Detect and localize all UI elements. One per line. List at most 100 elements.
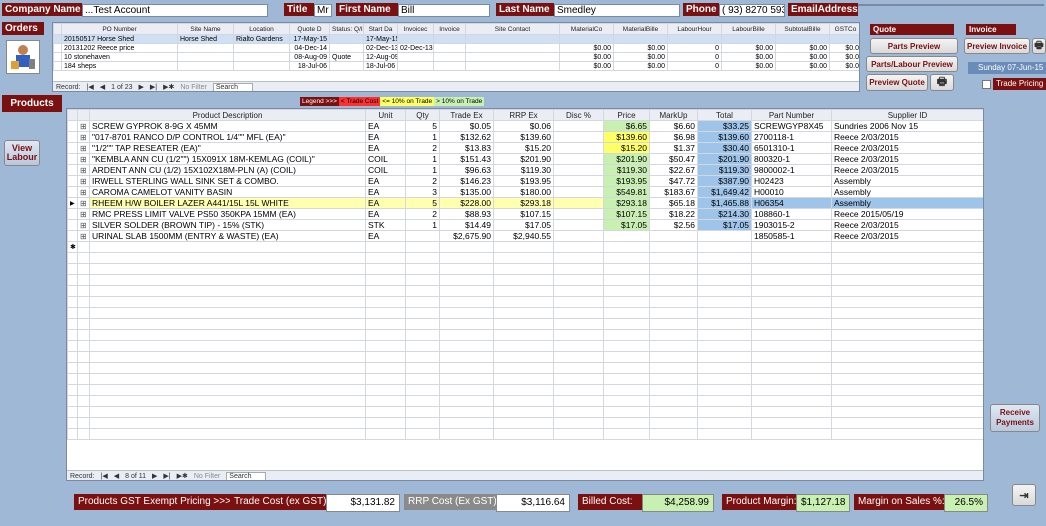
product-rrp-cell[interactable]: $119.30: [493, 164, 554, 176]
product-trade-cell[interactable]: $13.83: [439, 142, 494, 154]
product-part-cell[interactable]: SCREWGYP8X45: [751, 120, 832, 132]
product-markup-cell[interactable]: $2.56: [649, 219, 698, 231]
product-part-cell[interactable]: H06354: [751, 197, 832, 209]
product-desc-cell[interactable]: SCREW GYPROK 8-9G X 45MM: [89, 120, 366, 132]
row-selector[interactable]: [53, 43, 62, 53]
product-qty-cell[interactable]: 1: [405, 164, 440, 176]
product-desc-cell[interactable]: URINAL SLAB 1500MM (ENTRY & WASTE) (EA): [89, 230, 366, 242]
orders-col-header[interactable]: SubtotalBille: [775, 23, 830, 35]
row-selector[interactable]: [67, 120, 78, 132]
product-part-cell[interactable]: 9800002-1: [751, 164, 832, 176]
product-unit-cell[interactable]: EA: [365, 131, 406, 143]
product-trade-cell[interactable]: $0.05: [439, 120, 494, 132]
product-row[interactable]: ⊞ "1/2"" TAP RESEATER (EA)" EA 2 $13.83 $15.2…: [67, 142, 983, 154]
product-qty-cell[interactable]: [405, 230, 440, 242]
title-field[interactable]: Mr: [314, 4, 332, 17]
product-unit-cell[interactable]: EA: [365, 142, 406, 154]
product-part-cell[interactable]: 800320-1: [751, 153, 832, 165]
orders-col-header[interactable]: Status: Q/I: [329, 23, 364, 35]
product-part-cell[interactable]: H02423: [751, 175, 832, 187]
product-desc-cell[interactable]: RMC PRESS LIMIT VALVE PS50 350KPA 15MM (…: [89, 208, 366, 220]
product-markup-cell[interactable]: $47.72: [649, 175, 698, 187]
first-name-field[interactable]: Bill: [398, 4, 490, 17]
product-rrp-cell[interactable]: $0.06: [493, 120, 554, 132]
product-part-cell[interactable]: 108860-1: [751, 208, 832, 220]
trade-pricing-checkbox[interactable]: [982, 80, 991, 89]
product-supplier-cell[interactable]: Reece 2/03/2015: [831, 131, 983, 143]
expand-icon[interactable]: ⊞: [77, 142, 90, 154]
product-disc-cell[interactable]: [553, 219, 604, 231]
parts-preview-button[interactable]: Parts Preview: [870, 38, 958, 54]
product-trade-cell[interactable]: $2,675.90: [439, 230, 494, 242]
parts-labour-preview-button[interactable]: Parts/Labour Preview: [866, 56, 958, 72]
product-row[interactable]: ⊞ CAROMA CAMELOT VANITY BASIN EA 3 $135.00 $1…: [67, 186, 983, 198]
product-desc-cell[interactable]: "1/2"" TAP RESEATER (EA)": [89, 142, 366, 154]
products-filter-button[interactable]: No Filter: [194, 473, 220, 480]
products-col-header[interactable]: Price: [603, 109, 650, 121]
product-qty-cell[interactable]: 2: [405, 208, 440, 220]
product-price-cell[interactable]: $17.05: [603, 219, 650, 231]
orders-record-position[interactable]: 1 of 23: [111, 84, 132, 91]
orders-col-header[interactable]: LabourHour: [667, 23, 722, 35]
product-disc-cell[interactable]: [553, 153, 604, 165]
prev-record-icon[interactable]: ◀: [100, 83, 105, 91]
product-part-cell[interactable]: 6501310-1: [751, 142, 832, 154]
product-desc-cell[interactable]: CAROMA CAMELOT VANITY BASIN: [89, 186, 366, 198]
product-unit-cell[interactable]: EA: [365, 208, 406, 220]
products-search-input[interactable]: Search: [226, 471, 267, 480]
product-desc-cell[interactable]: ARDENT ANN CU (1/2) 15X102X18M-PLN (A) (…: [89, 164, 366, 176]
product-unit-cell[interactable]: EA: [365, 120, 406, 132]
product-disc-cell[interactable]: [553, 142, 604, 154]
product-total-cell[interactable]: $119.30: [697, 164, 752, 176]
product-rrp-cell[interactable]: $107.15: [493, 208, 554, 220]
products-col-header[interactable]: Qty: [405, 109, 440, 121]
product-supplier-cell[interactable]: Reece 2015/05/19: [831, 208, 983, 220]
products-col-header[interactable]: Trade Ex: [439, 109, 494, 121]
product-trade-cell[interactable]: $88.93: [439, 208, 494, 220]
orders-col-header[interactable]: Invoice: [433, 23, 466, 35]
orders-row[interactable]: 10 stonehaven 08-Aug-09 Quote 12-Aug-09 $0.0…: [53, 52, 859, 62]
row-selector[interactable]: [53, 34, 62, 44]
orders-col-header[interactable]: Quote D: [289, 23, 330, 35]
product-part-cell[interactable]: H00010: [751, 186, 832, 198]
orders-col-header[interactable]: Start Da: [363, 23, 398, 35]
product-row[interactable]: ▶ ⊞ RHEEM H/W BOILER LAZER A441/15L 15L WH…: [67, 197, 983, 209]
product-rrp-cell[interactable]: $193.95: [493, 175, 554, 187]
orders-col-header[interactable]: GSTCo: [829, 23, 859, 35]
products-col-header[interactable]: Part Number: [751, 109, 832, 121]
product-row[interactable]: ⊞ IRWELL STERLING WALL SINK SET & COMBO. E…: [67, 175, 983, 187]
view-labour-button[interactable]: View Labour: [4, 140, 40, 166]
product-rrp-cell[interactable]: $139.60: [493, 131, 554, 143]
product-trade-cell[interactable]: $14.49: [439, 219, 494, 231]
product-rrp-cell[interactable]: $17.05: [493, 219, 554, 231]
expand-icon[interactable]: ⊞: [77, 219, 90, 231]
product-markup-cell[interactable]: $6.60: [649, 120, 698, 132]
product-disc-cell[interactable]: [553, 175, 604, 187]
new-record-icon[interactable]: ▶✱: [163, 83, 174, 91]
product-markup-cell[interactable]: $65.18: [649, 197, 698, 209]
product-row[interactable]: ⊞ RMC PRESS LIMIT VALVE PS50 350KPA 15MM …: [67, 208, 983, 220]
product-disc-cell[interactable]: [553, 186, 604, 198]
product-disc-cell[interactable]: [553, 208, 604, 220]
product-trade-cell[interactable]: $135.00: [439, 186, 494, 198]
product-total-cell[interactable]: $1,465.88: [697, 197, 752, 209]
product-row[interactable]: ⊞ "017-8701 RANCO D/P CONTROL 1/4"" MFL (…: [67, 131, 983, 143]
expand-icon[interactable]: ⊞: [77, 208, 90, 220]
products-col-header[interactable]: MarkUp: [649, 109, 698, 121]
products-col-header[interactable]: Total: [697, 109, 752, 121]
product-total-cell[interactable]: $214.30: [697, 208, 752, 220]
company-name-field[interactable]: ...Test Account: [82, 4, 268, 17]
product-disc-cell[interactable]: [553, 120, 604, 132]
product-trade-cell[interactable]: $132.62: [439, 131, 494, 143]
product-price-cell[interactable]: $107.15: [603, 208, 650, 220]
products-col-header[interactable]: Disc %: [553, 109, 604, 121]
product-qty-cell[interactable]: 3: [405, 186, 440, 198]
row-selector[interactable]: [53, 61, 62, 71]
product-markup-cell[interactable]: [649, 230, 698, 242]
products-col-header[interactable]: Supplier ID: [831, 109, 983, 121]
first-record-icon[interactable]: |◀: [87, 83, 94, 91]
row-selector[interactable]: [53, 52, 62, 62]
orders-col-header[interactable]: Invoicec: [397, 23, 434, 35]
row-selector[interactable]: [67, 142, 78, 154]
orders-col-header[interactable]: MaterialBille: [613, 23, 668, 35]
